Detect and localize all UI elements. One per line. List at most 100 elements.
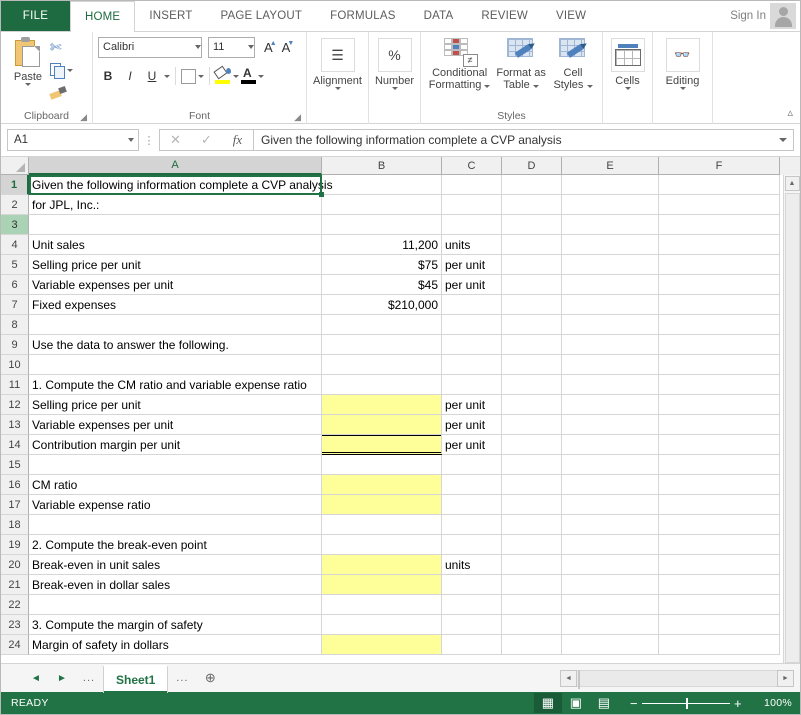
font-name-chevron-down-icon[interactable] [195,44,201,49]
cell-F7[interactable] [659,295,780,315]
cell-D3[interactable] [502,215,562,235]
font-color-chevron-down-icon[interactable] [258,74,264,78]
cell-B6[interactable]: $45 [322,275,442,295]
cell-B20[interactable] [322,555,442,575]
cell-E23[interactable] [562,615,659,635]
paste-button[interactable]: Paste [6,35,50,86]
row-header-17[interactable]: 17 [1,495,29,515]
cell-F16[interactable] [659,475,780,495]
row-header-2[interactable]: 2 [1,195,29,215]
cell-A4[interactable]: Unit sales [29,235,322,255]
cell-F3[interactable] [659,215,780,235]
row-header-5[interactable]: 5 [1,255,29,275]
fill-color-chevron-down-icon[interactable] [233,74,239,78]
font-dialog-launcher-icon[interactable]: ◢ [294,112,301,123]
cell-A24[interactable]: Margin of safety in dollars [29,635,322,655]
ribbon-group-editing[interactable]: 👓 Editing [653,32,713,124]
alignment-chevron-down-icon[interactable] [334,87,341,90]
cell-D11[interactable] [502,375,562,395]
cell-F24[interactable] [659,635,780,655]
cell-A12[interactable]: Selling price per unit [29,395,322,415]
italic-button[interactable]: I [120,66,140,86]
cell-C23[interactable] [442,615,502,635]
row-header-18[interactable]: 18 [1,515,29,535]
row-header-21[interactable]: 21 [1,575,29,595]
cell-A1[interactable]: Given the following information complete… [29,175,333,195]
row-header-9[interactable]: 9 [1,335,29,355]
cell-A13[interactable]: Variable expenses per unit [29,415,322,435]
ribbon-group-cells[interactable]: Cells [603,32,653,124]
cell-D18[interactable] [502,515,562,535]
clipboard-dialog-launcher-icon[interactable]: ◢ [80,112,87,123]
tab-review[interactable]: REVIEW [467,1,542,31]
cell-A11[interactable]: 1. Compute the CM ratio and variable exp… [29,375,322,395]
cell-A5[interactable]: Selling price per unit [29,255,322,275]
row-header-16[interactable]: 16 [1,475,29,495]
cell-C13[interactable]: per unit [442,415,502,435]
cell-C3[interactable] [442,215,502,235]
copy-chevron-down-icon[interactable] [66,68,73,72]
name-box[interactable]: A1 [7,129,139,151]
cell-D13[interactable] [502,415,562,435]
font-size-chevron-down-icon[interactable] [248,44,254,49]
cell-B13[interactable] [322,415,442,435]
cell-F17[interactable] [659,495,780,515]
horizontal-scrollbar[interactable]: ◄ ► [560,669,800,689]
cell-C12[interactable]: per unit [442,395,502,415]
cell-B7[interactable]: $210,000 [322,295,442,315]
cell-D17[interactable] [502,495,562,515]
cell-C21[interactable] [442,575,502,595]
cell-F13[interactable] [659,415,780,435]
cell-B1[interactable] [322,175,442,195]
cell-E19[interactable] [562,535,659,555]
previous-sheet-icon[interactable]: ◄ [23,673,49,684]
cell-C4[interactable]: units [442,235,502,255]
cell-F4[interactable] [659,235,780,255]
cell-B5[interactable]: $75 [322,255,442,275]
cell-styles-button[interactable]: Cell Styles [549,35,597,91]
cell-A23[interactable]: 3. Compute the margin of safety [29,615,322,635]
row-header-3[interactable]: 3 [1,215,29,235]
tab-data[interactable]: DATA [410,1,468,31]
cell-C9[interactable] [442,335,502,355]
hscroll-right-icon[interactable]: ► [777,669,794,687]
cell-D9[interactable] [502,335,562,355]
cell-F22[interactable] [659,595,780,615]
cell-C6[interactable]: per unit [442,275,502,295]
cell-C2[interactable] [442,195,502,215]
cell-E7[interactable] [562,295,659,315]
tab-formulas[interactable]: FORMULAS [316,1,410,31]
cell-B14[interactable] [322,435,442,455]
cut-button[interactable]: ✄ [50,38,87,56]
cell-E5[interactable] [562,255,659,275]
row-header-15[interactable]: 15 [1,455,29,475]
cell-E14[interactable] [562,435,659,455]
cell-B21[interactable] [322,575,442,595]
cell-A20[interactable]: Break-even in unit sales [29,555,322,575]
cell-C5[interactable]: per unit [442,255,502,275]
cell-D4[interactable] [502,235,562,255]
row-header-11[interactable]: 11 [1,375,29,395]
cell-C1[interactable] [442,175,502,195]
column-header-c[interactable]: C [442,157,502,175]
cell-A10[interactable] [29,355,322,375]
cell-F8[interactable] [659,315,780,335]
cell-C16[interactable] [442,475,502,495]
row-header-14[interactable]: 14 [1,435,29,455]
row-header-1[interactable]: 1 [1,175,29,195]
tab-view[interactable]: VIEW [542,1,600,31]
format-as-table-button[interactable]: Format as Table [493,35,549,91]
name-box-chevron-down-icon[interactable] [128,138,134,142]
enter-formula-icon[interactable]: ✓ [191,130,222,150]
cancel-formula-icon[interactable]: ✕ [160,130,191,150]
cell-E4[interactable] [562,235,659,255]
row-header-12[interactable]: 12 [1,395,29,415]
collapse-ribbon-icon[interactable]: ▵ [787,106,793,119]
cell-B10[interactable] [322,355,442,375]
cell-C20[interactable]: units [442,555,502,575]
page-break-preview-icon[interactable]: ▤ [590,693,618,713]
vertical-scrollbar[interactable]: ▲ [783,175,800,663]
cell-D14[interactable] [502,435,562,455]
cell-D2[interactable] [502,195,562,215]
underline-button[interactable]: U [142,66,162,86]
